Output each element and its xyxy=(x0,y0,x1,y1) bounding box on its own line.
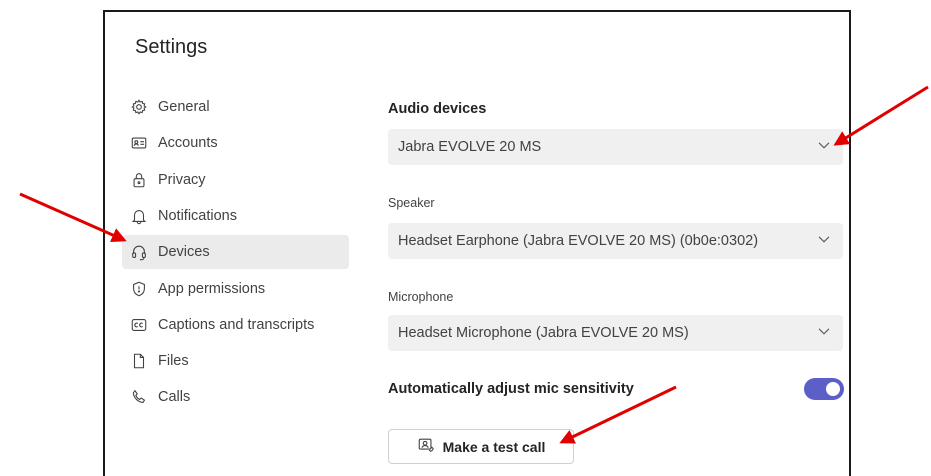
chevron-down-icon xyxy=(817,232,831,250)
microphone-label: Microphone xyxy=(388,290,454,304)
test-call-icon xyxy=(417,436,435,457)
nav-item-general[interactable]: General xyxy=(122,90,349,124)
audio-devices-title: Audio devices xyxy=(388,101,487,117)
nav-label: Notifications xyxy=(158,208,237,224)
microphone-dropdown[interactable]: Headset Microphone (Jabra EVOLVE 20 MS) xyxy=(388,315,843,351)
auto-adjust-mic-label: Automatically adjust mic sensitivity xyxy=(388,381,634,397)
file-icon xyxy=(129,351,149,371)
nav-label: Accounts xyxy=(158,135,218,151)
settings-dialog: Settings General Accounts Privacy Notifi… xyxy=(103,10,851,476)
speaker-dropdown[interactable]: Headset Earphone (Jabra EVOLVE 20 MS) (0… xyxy=(388,223,843,259)
nav-item-notifications[interactable]: Notifications xyxy=(122,199,349,233)
auto-adjust-mic-toggle[interactable] xyxy=(804,378,844,400)
toggle-knob xyxy=(826,382,840,396)
nav-item-calls[interactable]: Calls xyxy=(122,380,349,414)
nav-label: Privacy xyxy=(158,172,206,188)
nav-item-app-permissions[interactable]: App permissions xyxy=(122,272,349,306)
nav-label: Devices xyxy=(158,244,210,260)
closed-captions-icon xyxy=(129,315,149,335)
nav-item-files[interactable]: Files xyxy=(122,344,349,378)
nav-item-devices[interactable]: Devices xyxy=(122,235,349,269)
nav-item-accounts[interactable]: Accounts xyxy=(122,126,349,160)
nav-label: Captions and transcripts xyxy=(158,317,315,333)
id-card-icon xyxy=(129,133,149,153)
nav-item-captions-and-transcripts[interactable]: Captions and transcripts xyxy=(122,308,349,342)
shield-icon xyxy=(129,279,149,299)
audio-device-value: Jabra EVOLVE 20 MS xyxy=(398,139,542,155)
make-test-call-label: Make a test call xyxy=(442,438,546,455)
settings-title: Settings xyxy=(135,36,208,58)
speaker-value: Headset Earphone (Jabra EVOLVE 20 MS) (0… xyxy=(398,233,759,249)
bell-icon xyxy=(129,206,149,226)
nav-label: Files xyxy=(158,353,189,369)
nav-item-privacy[interactable]: Privacy xyxy=(122,163,349,197)
phone-icon xyxy=(129,387,149,407)
chevron-down-icon xyxy=(817,324,831,342)
microphone-value: Headset Microphone (Jabra EVOLVE 20 MS) xyxy=(398,325,689,341)
speaker-label: Speaker xyxy=(388,196,435,210)
lock-icon xyxy=(129,170,149,190)
nav-label: App permissions xyxy=(158,281,266,297)
nav-label: Calls xyxy=(158,389,191,405)
audio-device-dropdown[interactable]: Jabra EVOLVE 20 MS xyxy=(388,129,843,165)
headset-icon xyxy=(129,242,149,262)
gear-icon xyxy=(129,97,149,117)
make-test-call-button[interactable]: Make a test call xyxy=(388,429,574,464)
nav-label: General xyxy=(158,99,210,115)
chevron-down-icon xyxy=(817,138,831,156)
